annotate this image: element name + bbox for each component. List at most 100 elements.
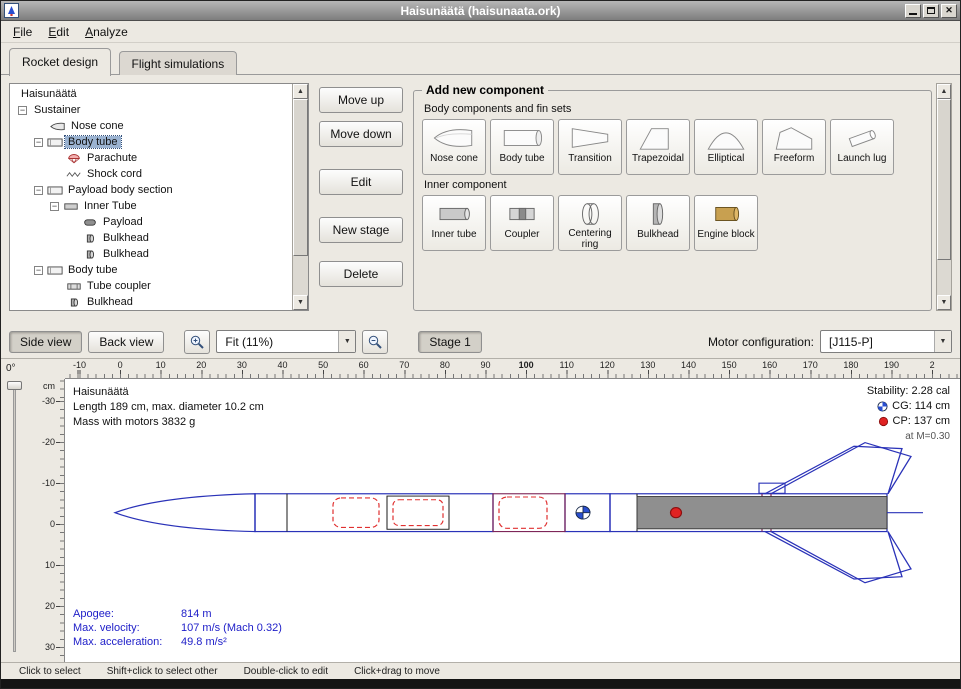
transition-icon [568, 123, 612, 153]
menu-edit[interactable]: Edit [40, 22, 77, 42]
tree-expander-icon[interactable]: − [34, 266, 43, 275]
zoom-out-icon [367, 334, 383, 350]
fin-lower[interactable] [765, 532, 902, 579]
tree-item-payload[interactable]: Payload [10, 214, 292, 230]
forward-body-tube[interactable] [255, 494, 493, 532]
add-launch-lug-button[interactable]: Launch lug [830, 119, 894, 175]
status-bar: Click to selectShift+click to select oth… [1, 662, 960, 679]
nose-cone-shape[interactable] [115, 494, 255, 532]
tab-flight-simulations[interactable]: Flight simulations [119, 51, 238, 75]
scroll-up-icon[interactable]: ▲ [293, 84, 308, 99]
rotation-slider-handle[interactable] [7, 381, 22, 390]
tree-item-nose-cone[interactable]: Nose cone [10, 118, 292, 134]
tree-expander-icon[interactable]: − [18, 106, 27, 115]
tree-item-payload-body-section[interactable]: −Payload body section [10, 182, 292, 198]
tree-item-bulkhead[interactable]: Bulkhead [10, 294, 292, 310]
tree-item-haisun-t[interactable]: Haisunäätä [10, 86, 292, 102]
add-panel-scrollbar-track[interactable] [937, 99, 951, 295]
add-coupler-button[interactable]: Coupler [490, 195, 554, 251]
add-nose-cone-button[interactable]: Nose cone [422, 119, 486, 175]
rocket-name: Haisunäätä [73, 385, 264, 400]
add-panel-scrollbar[interactable]: ▲ ▼ [936, 83, 952, 311]
maximize-button[interactable] [923, 4, 939, 18]
rotation-slider-track[interactable] [13, 387, 16, 652]
tab-rocket-design[interactable]: Rocket design [9, 48, 111, 76]
add-engine-block-button[interactable]: Engine block [694, 195, 758, 251]
shock-cord-outline[interactable] [393, 500, 443, 526]
edit-button[interactable]: Edit [319, 169, 403, 195]
cg-icon [877, 401, 888, 412]
scroll-down-icon[interactable]: ▼ [293, 295, 308, 310]
stage-1-button[interactable]: Stage 1 [418, 331, 481, 353]
tree-scrollbar[interactable]: ▲ ▼ [292, 84, 308, 310]
add-component-area: Add new component Body components and fi… [413, 83, 952, 311]
move-down-button[interactable]: Move down [319, 121, 403, 147]
tree-scrollbar-thumb[interactable] [293, 99, 308, 256]
side-view-button[interactable]: Side view [9, 331, 82, 353]
stability-value: Stability: 2.28 cal [867, 384, 950, 399]
scroll-up-icon[interactable]: ▲ [937, 84, 951, 99]
tree-item-bulkhead[interactable]: Bulkhead [10, 246, 292, 262]
add-transition-button[interactable]: Transition [558, 119, 622, 175]
add-inner-tube-button[interactable]: Inner tube [422, 195, 486, 251]
tree-item-body-tube[interactable]: −Body tube [10, 134, 292, 150]
add-bulkhead-button[interactable]: Bulkhead [626, 195, 690, 251]
tree-item-body-tube[interactable]: −Body tube [10, 262, 292, 278]
tree-item-sustainer[interactable]: −Sustainer [10, 102, 292, 118]
close-button[interactable]: ✕ [941, 4, 957, 18]
tree-expander-icon[interactable]: − [50, 202, 59, 211]
zoom-in-button[interactable] [184, 330, 210, 354]
v-ruler: cm -30-20-100102030 [27, 379, 65, 662]
payload-section[interactable] [493, 494, 565, 532]
tree-item-bulkhead[interactable]: Bulkhead [10, 230, 292, 246]
menu-file[interactable]: File [5, 22, 40, 42]
tree-item-inner-tube[interactable]: −Inner Tube [10, 198, 292, 214]
add-elliptical-button[interactable]: Elliptical [694, 119, 758, 175]
add-body-tube-button[interactable]: Body tube [490, 119, 554, 175]
cp-value: CP: 137 cm [893, 414, 950, 429]
combo-arrow-icon[interactable]: ▼ [338, 331, 355, 352]
h-ruler-tick-label: 0 [118, 360, 123, 370]
back-view-button[interactable]: Back view [88, 331, 164, 353]
add-freeform-button[interactable]: Freeform [762, 119, 826, 175]
add-panel-scrollbar-thumb[interactable] [937, 99, 951, 260]
apogee-label: Apogee: [73, 608, 181, 620]
design-canvas[interactable]: Haisunäätä Length 189 cm, max. diameter … [65, 379, 960, 662]
delete-button[interactable]: Delete [319, 261, 403, 287]
inner-component-label: Inner component [424, 179, 923, 191]
tree-item-tube-coupler[interactable]: Tube coupler [10, 278, 292, 294]
combo-arrow-icon[interactable]: ▼ [934, 331, 951, 352]
payload-outline[interactable] [499, 497, 547, 528]
zoom-combo[interactable]: Fit (11%) ▼ [216, 330, 356, 353]
rotation-slider[interactable] [1, 379, 27, 662]
move-up-button[interactable]: Move up [319, 87, 403, 113]
scroll-down-icon[interactable]: ▼ [937, 295, 951, 310]
tree-expander-icon[interactable]: − [34, 186, 43, 195]
tree-item-label: Parachute [84, 152, 140, 164]
minimize-button[interactable] [905, 4, 921, 18]
inner-tube-outline[interactable] [387, 496, 449, 529]
add-centering-ring-button[interactable]: Centering ring [558, 195, 622, 251]
tree-item-label: Haisunäätä [18, 88, 80, 100]
parachute-outline[interactable] [333, 498, 379, 527]
tree-expander-icon[interactable]: − [34, 138, 43, 147]
h-ruler-tick-label: 30 [237, 360, 247, 370]
tree-scrollbar-track[interactable] [293, 99, 308, 295]
view-panel: Side view Back view Fit (11%) ▼ Stage 1 … [1, 325, 960, 688]
v-ruler-tick-label: 0 [50, 519, 55, 529]
engine-block-icon [704, 199, 748, 229]
new-stage-button[interactable]: New stage [319, 217, 403, 243]
tab-strip: Rocket design Flight simulations [1, 43, 960, 75]
motor-configuration-combo[interactable]: [J115-P] ▼ [820, 330, 952, 353]
minimize-icon [909, 13, 917, 15]
menu-analyze[interactable]: Analyze [77, 22, 136, 42]
title-bar[interactable]: Haisunäätä (haisunaata.ork) ✕ [1, 1, 960, 21]
tree-item-parachute[interactable]: Parachute [10, 150, 292, 166]
status-hint: Double-click to edit [244, 666, 328, 677]
add-trapezoidal-button[interactable]: Trapezoidal [626, 119, 690, 175]
tree-item-shock-cord[interactable]: Shock cord [10, 166, 292, 182]
h-ruler-tick-label: 10 [156, 360, 166, 370]
zoom-out-button[interactable] [362, 330, 388, 354]
component-button-label: Freeform [774, 153, 815, 164]
app-icon [4, 3, 19, 18]
